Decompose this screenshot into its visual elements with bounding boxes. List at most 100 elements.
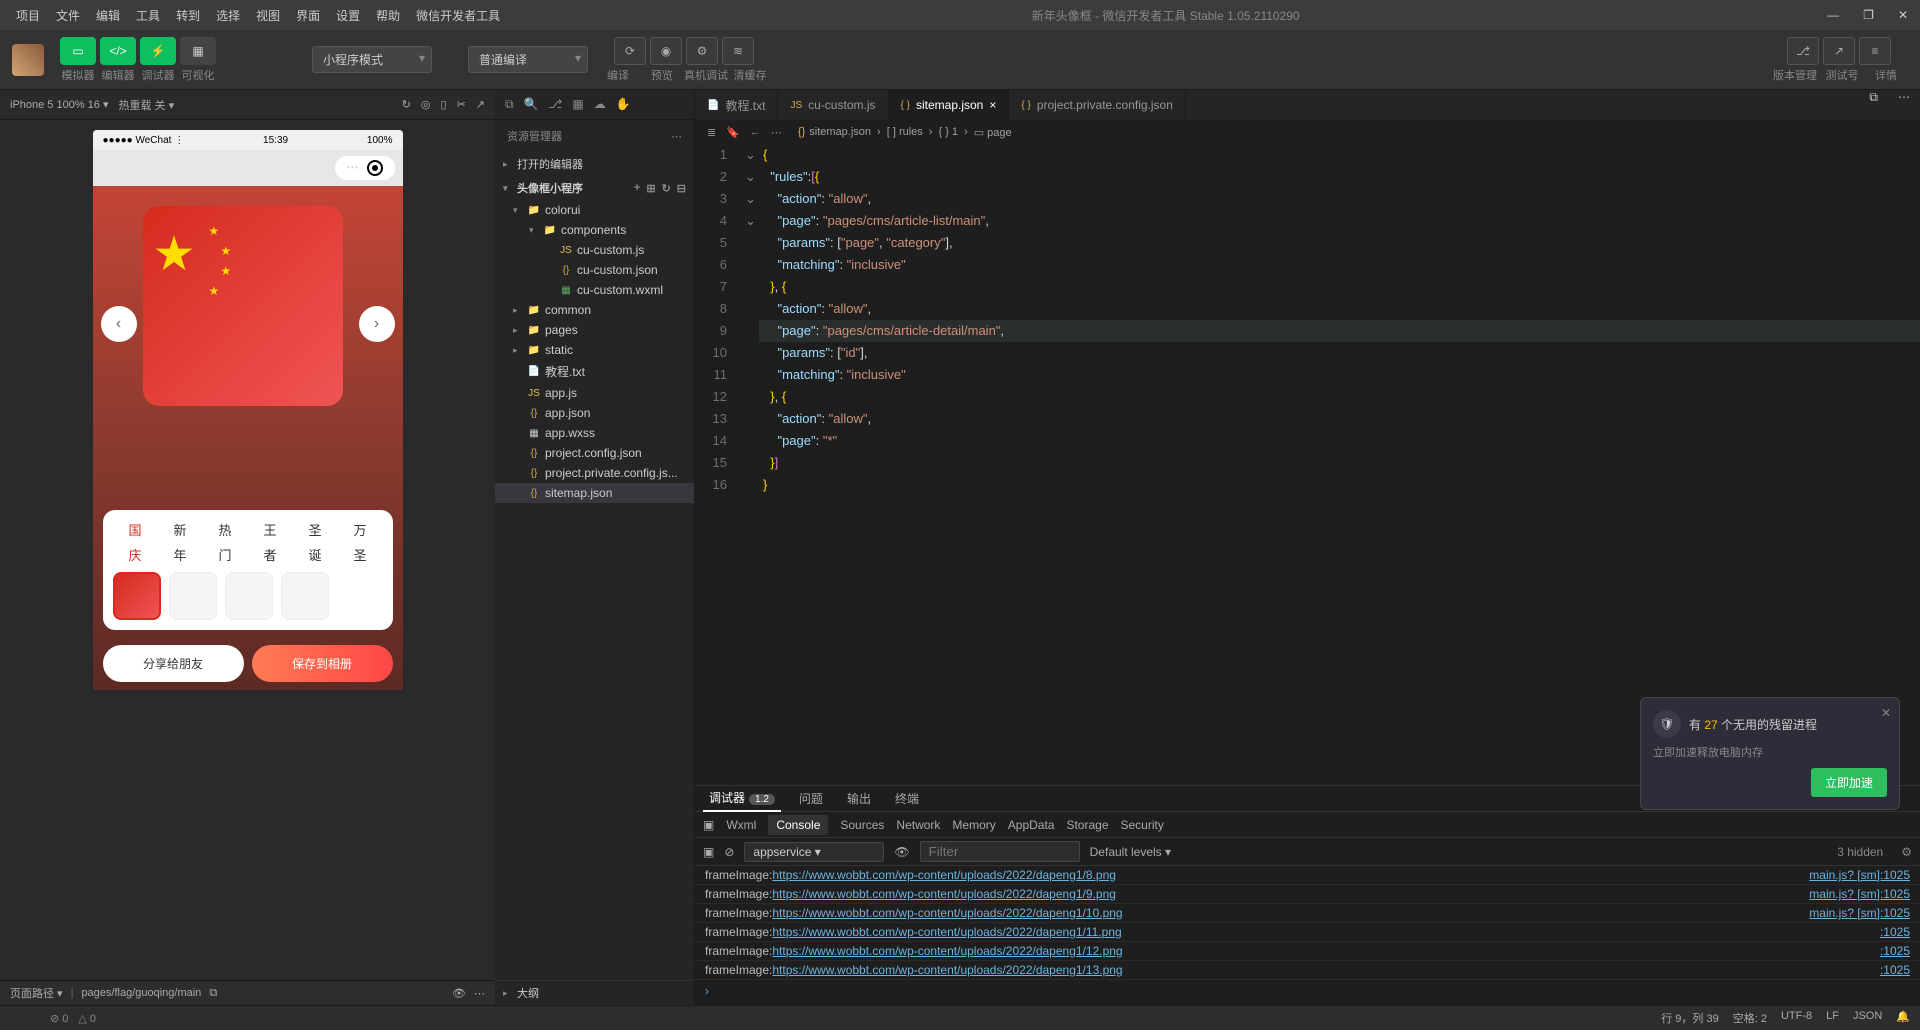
save-button[interactable]: 保存到相册 (252, 645, 393, 682)
details-button[interactable]: ≡ (1859, 37, 1891, 65)
next-frame-button[interactable]: › (359, 306, 395, 342)
warnings-count[interactable]: △ 0 (78, 1012, 96, 1025)
tree-folder[interactable]: ▸📁pages (495, 320, 694, 340)
cloud-icon[interactable]: ☁ (594, 97, 606, 112)
frame-thumb[interactable] (225, 572, 273, 620)
close-app-icon[interactable] (367, 160, 383, 176)
page-path-label[interactable]: 页面路径 ▾ (10, 985, 63, 1001)
tree-file[interactable]: ▦app.wxss (495, 423, 694, 443)
language-mode[interactable]: JSON (1853, 1010, 1882, 1026)
refresh-tree-icon[interactable]: ↻ (662, 182, 671, 195)
devtools-tab-appdata[interactable]: AppData (1008, 818, 1055, 832)
user-avatar[interactable] (12, 44, 44, 76)
category-item[interactable]: 万 (353, 520, 366, 539)
back-icon[interactable]: ← (750, 126, 761, 139)
menu-item[interactable]: 设置 (328, 5, 368, 27)
devtools-tab-wxml[interactable]: Wxml (726, 818, 756, 832)
tree-file[interactable]: 📄教程.txt (495, 360, 694, 383)
category-item[interactable]: 年 (173, 545, 186, 564)
share-button[interactable]: 分享给朋友 (103, 645, 244, 682)
project-section[interactable]: ▾头像框小程序 + ⊞ ↻ ⊟ (495, 176, 694, 200)
frame-thumb[interactable] (169, 572, 217, 620)
tree-folder[interactable]: ▸📁common (495, 300, 694, 320)
sim-device-icon[interactable]: ▯ (441, 98, 447, 111)
inspect-icon[interactable]: ▣ (703, 845, 714, 859)
more-icon[interactable]: ⋯ (474, 987, 485, 1000)
menu-item[interactable]: 微信开发者工具 (408, 5, 508, 27)
menu-item[interactable]: 帮助 (368, 5, 408, 27)
test-account-button[interactable]: ↗ (1823, 37, 1855, 65)
eye-icon[interactable]: 👁 (452, 987, 466, 1000)
tree-file[interactable]: {}project.private.config.js... (495, 463, 694, 483)
accelerate-button[interactable]: 立即加速 (1811, 768, 1887, 797)
popup-close-button[interactable]: ✕ (1881, 706, 1891, 720)
tree-file[interactable]: {}app.json (495, 403, 694, 423)
category-item[interactable]: 庆 (128, 545, 141, 564)
phone-simulator[interactable]: ●●●●● WeChat ⋮ 15:39 100% ⋯ ★ ★ ★ ★ (93, 130, 403, 690)
indent-setting[interactable]: 空格: 2 (1733, 1010, 1767, 1026)
git-icon[interactable]: ⎇ (549, 97, 563, 112)
mode-select[interactable]: 小程序模式 (312, 46, 432, 73)
hidden-count[interactable]: 3 hidden (1837, 845, 1883, 859)
eol[interactable]: LF (1826, 1010, 1839, 1026)
console-settings-icon[interactable]: ⚙ (1901, 845, 1912, 859)
clear-console-icon[interactable]: ⊘ (724, 845, 734, 859)
collapse-tree-icon[interactable]: ⊟ (677, 182, 686, 195)
simulator-toggle[interactable]: ▭ (60, 37, 96, 65)
category-item[interactable]: 圣 (308, 520, 321, 539)
devtools-tab-storage[interactable]: Storage (1066, 818, 1108, 832)
split-editor-icon[interactable]: ⧉ (1859, 90, 1888, 120)
prev-frame-button[interactable]: ‹ (101, 306, 137, 342)
output-tab[interactable]: 输出 (841, 786, 877, 811)
category-item[interactable]: 王 (263, 520, 276, 539)
maximize-button[interactable]: ❐ (1859, 8, 1878, 22)
outline-section[interactable]: ▸大纲 (495, 981, 694, 1005)
category-item[interactable]: 热 (218, 520, 231, 539)
log-levels-select[interactable]: Default levels ▾ (1090, 845, 1171, 859)
tree-file[interactable]: JScu-custom.js (495, 240, 694, 260)
devtools-tab-console[interactable]: Console (768, 815, 828, 835)
sim-refresh-icon[interactable]: ↻ (402, 98, 411, 111)
element-pick-icon[interactable]: ▣ (703, 818, 714, 832)
code-editor[interactable]: 12345678910111213141516 ⌄⌄⌄⌄ { "rules":[… (695, 144, 1920, 785)
breadcrumb[interactable]: ≣ 🔖 ← ⋯ {} sitemap.json› [ ] rules› { } … (695, 120, 1920, 144)
terminal-tab[interactable]: 终端 (889, 786, 925, 811)
sim-detach-icon[interactable]: ↗ (476, 98, 485, 111)
editor-tab[interactable]: JScu-custom.js (778, 90, 888, 120)
errors-count[interactable]: ⊘ 0 (50, 1012, 68, 1025)
menu-item[interactable]: 工具 (128, 5, 168, 27)
hand-icon[interactable]: ✋ (616, 97, 631, 112)
editor-tab[interactable]: { }project.private.config.json (1009, 90, 1186, 120)
new-folder-icon[interactable]: ⊞ (646, 182, 655, 195)
frame-thumb[interactable] (113, 572, 161, 620)
close-button[interactable]: ✕ (1894, 8, 1912, 22)
debugger-tab[interactable]: 调试器1.2 (703, 785, 781, 812)
category-item[interactable]: 诞 (308, 545, 321, 564)
editor-more-icon[interactable]: ⋯ (1888, 90, 1920, 120)
remote-debug-button[interactable]: ⚙ (686, 37, 718, 65)
open-editors-section[interactable]: ▸打开的编辑器 (495, 152, 694, 176)
menu-item[interactable]: 项目 (8, 5, 48, 27)
list-icon[interactable]: ≣ (707, 126, 716, 139)
version-control-button[interactable]: ⎇ (1787, 37, 1819, 65)
device-select[interactable]: iPhone 5 100% 16 ▾ (10, 98, 108, 111)
compile-button[interactable]: ⟳ (614, 37, 646, 65)
menu-item[interactable]: 视图 (248, 5, 288, 27)
menu-item[interactable]: 界面 (288, 5, 328, 27)
files-icon[interactable]: ⧉ (505, 97, 514, 112)
tree-folder[interactable]: ▾📁colorui (495, 200, 694, 220)
sim-scissors-icon[interactable]: ✂ (457, 98, 466, 111)
tree-folder[interactable]: ▾📁components (495, 220, 694, 240)
tree-file[interactable]: ▦cu-custom.wxml (495, 280, 694, 300)
more-icon[interactable]: ⋯ (347, 160, 359, 176)
devtools-tab-network[interactable]: Network (896, 818, 940, 832)
notifications-icon[interactable]: 🔔 (1896, 1010, 1910, 1026)
category-item[interactable]: 者 (263, 545, 276, 564)
tree-file[interactable]: {}sitemap.json (495, 483, 694, 503)
capsule-button[interactable]: ⋯ (335, 156, 395, 180)
menu-item[interactable]: 编辑 (88, 5, 128, 27)
preview-button[interactable]: ◉ (650, 37, 682, 65)
compile-select[interactable]: 普通编译 (468, 46, 588, 73)
tree-file[interactable]: {}project.config.json (495, 443, 694, 463)
problems-tab[interactable]: 问题 (793, 786, 829, 811)
